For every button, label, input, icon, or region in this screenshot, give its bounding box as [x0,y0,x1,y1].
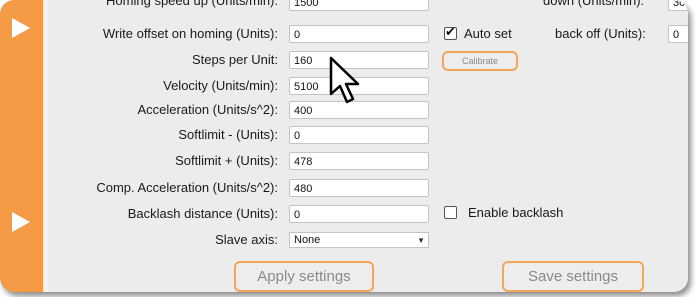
softlimit-max-input[interactable]: 478 [289,152,429,170]
slave-axis-select[interactable]: None ▼ [289,232,429,248]
velocity-label: Velocity (Units/min): [163,78,278,93]
acceleration-label: Acceleration (Units/s^2): [137,102,278,117]
softlimit-min-input[interactable]: 0 [289,126,429,144]
sidebar [0,0,43,292]
homing-speed-up-label: Homing speed up (Units/min): [106,0,278,8]
auto-set-checkbox[interactable]: ✔ [444,24,457,40]
enable-backlash-checkbox[interactable] [444,206,457,219]
axis-settings-panel: Homing speed up (Units/min): 1500 Write … [48,0,688,292]
write-offset-input[interactable]: 0 [289,25,429,43]
comp-acceleration-label: Comp. Acceleration (Units/s^2): [96,180,278,195]
auto-set-label: Auto set [464,26,512,41]
backlash-distance-input[interactable]: 0 [289,205,429,223]
save-settings-button[interactable]: Save settings [502,261,644,292]
calibrate-button[interactable]: Calibrate [442,51,518,71]
checkmark-icon: ✔ [445,24,456,39]
softlimit-min-label: Softlimit - (Units): [178,127,278,142]
expand-arrow-icon[interactable] [12,212,30,232]
mouse-pointer-icon [329,56,360,104]
homing-speed-down-input[interactable]: 300 [668,0,688,11]
write-offset-label: Write offset on homing (Units): [102,26,278,41]
backlash-distance-label: Backlash distance (Units): [127,206,278,221]
back-off-input[interactable]: 0 [668,25,688,43]
back-off-label: back off (Units): [555,26,646,41]
softlimit-max-label: Softlimit + (Units): [175,153,278,168]
steps-per-unit-label: Steps per Unit: [192,52,278,67]
slave-axis-value: None [294,234,321,246]
apply-settings-button[interactable]: Apply settings [234,261,374,292]
comp-acceleration-input[interactable]: 480 [289,179,429,197]
settings-window: Homing speed up (Units/min): 1500 Write … [0,0,688,292]
chevron-down-icon: ▼ [417,236,425,245]
slave-axis-label: Slave axis: [215,232,278,247]
enable-backlash-label: Enable backlash [468,205,564,220]
expand-arrow-icon[interactable] [12,18,30,38]
homing-speed-up-input[interactable]: 1500 [289,0,429,11]
homing-speed-down-label: down (Units/min): [543,0,645,8]
